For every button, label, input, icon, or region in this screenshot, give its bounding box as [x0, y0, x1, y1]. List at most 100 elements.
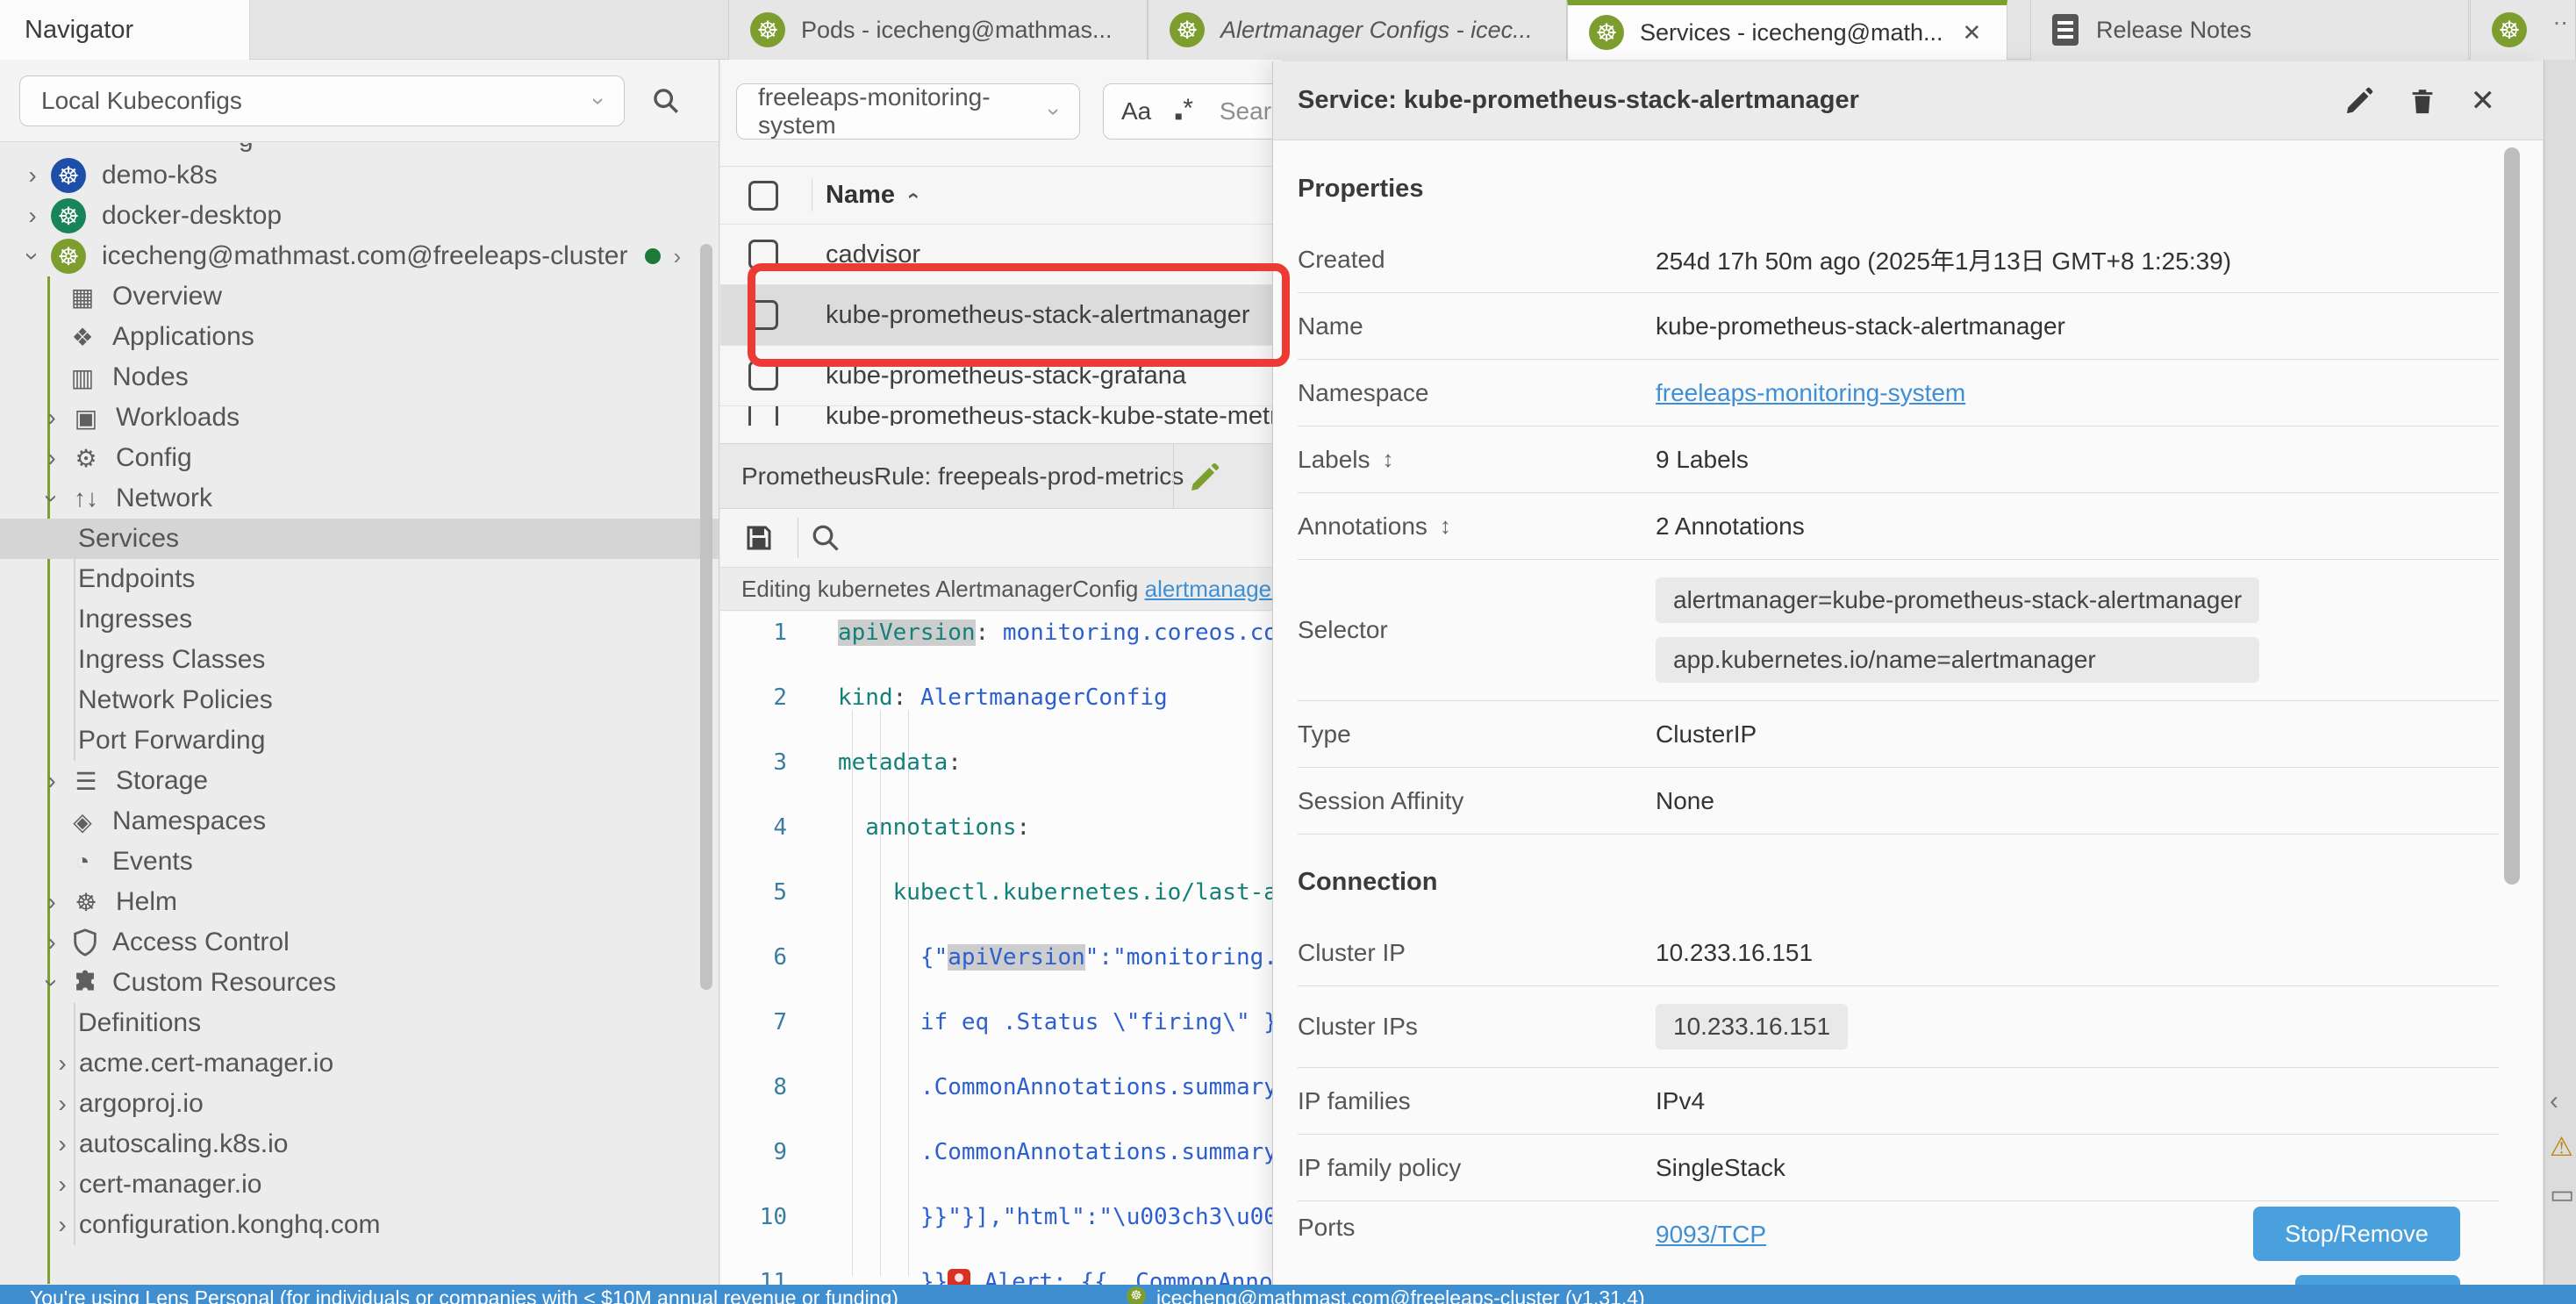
- workloads-icon: ▣: [68, 404, 104, 433]
- sidebar-item-docker-desktop[interactable]: ›☸docker-desktop: [0, 196, 719, 236]
- delete-icon[interactable]: [2408, 86, 2437, 116]
- sidebar-item-demo-k8s[interactable]: ›☸demo-k8s: [0, 155, 719, 196]
- tab-pods[interactable]: ☸Pods - icecheng@mathmas...: [728, 0, 1148, 60]
- search-icon[interactable]: [651, 86, 681, 120]
- panel-scrollbar[interactable]: [2504, 147, 2520, 885]
- sidebar-item-services[interactable]: Services: [0, 519, 719, 559]
- sidebar-item-helm[interactable]: ›☸Helm: [0, 882, 719, 922]
- editor-dock-tab[interactable]: PrometheusRule: freepeals-prod-metrics: [720, 443, 1282, 509]
- code-text: apiVersion: monitoring.coreos.com/v1: [838, 617, 1282, 649]
- save-icon[interactable]: [743, 522, 775, 554]
- chevron-right-icon[interactable]: ›: [49, 1211, 75, 1239]
- sidebar-item-port-forwarding[interactable]: Port Forwarding: [0, 720, 719, 761]
- table-row-partial[interactable]: kube-prometheus-stack-kube-state-metrics: [720, 406, 1282, 426]
- sidebar-item-workloads[interactable]: ›▣Workloads: [0, 398, 719, 438]
- sidebar-item-autoscaling-k8s-io[interactable]: ›autoscaling.k8s.io: [0, 1124, 719, 1164]
- sidebar-scrollbar[interactable]: [700, 244, 712, 990]
- chevron-right-icon[interactable]: ›: [39, 444, 65, 472]
- sidebar-item-nodes[interactable]: ▥Nodes: [0, 357, 719, 398]
- namespace-select[interactable]: freeleaps-monitoring-system ›: [736, 83, 1080, 140]
- sidebar-item-events[interactable]: ◔Events: [0, 842, 719, 882]
- table-search[interactable]: Aa ▪* Search: [1103, 83, 1282, 140]
- yaml-editor[interactable]: 1apiVersion: monitoring.coreos.com/v12ki…: [720, 612, 1282, 1285]
- table-row[interactable]: kube-prometheus-stack-alertmanager: [720, 285, 1282, 346]
- forward-button[interactable]: Forward...: [2295, 1275, 2460, 1285]
- table-row[interactable]: kube-prometheus-stack-grafana: [720, 346, 1282, 406]
- sort-icon[interactable]: ↕: [1383, 446, 1394, 473]
- regex-toggle[interactable]: ▪*: [1174, 92, 1193, 130]
- chevron-right-icon[interactable]: ›: [39, 767, 65, 795]
- sidebar-item-acme-cert-manager-io[interactable]: ›acme.cert-manager.io: [0, 1043, 719, 1084]
- editor-search-icon[interactable]: [810, 522, 841, 554]
- right-edge-strip: ‹ ⚠ ▭: [2544, 60, 2576, 1285]
- row-checkbox[interactable]: [748, 406, 778, 426]
- property-value: ClusterIP: [1656, 720, 1757, 749]
- sidebar-item-network[interactable]: ›↑↓Network: [0, 478, 719, 519]
- chevron-right-icon[interactable]: ›: [39, 928, 65, 957]
- sidebar-item-network-policies[interactable]: Network Policies: [0, 680, 719, 720]
- kubeconfig-select-value: Local Kubeconfigs: [41, 87, 242, 115]
- chevron-left-icon[interactable]: ‹: [2550, 1086, 2558, 1116]
- chevron-right-icon[interactable]: ›: [673, 243, 681, 270]
- port-link[interactable]: 9093/TCP: [1656, 1221, 1916, 1249]
- namespace-link[interactable]: freeleaps-monitoring-system: [1656, 379, 1965, 407]
- sort-asc-icon[interactable]: ›: [900, 192, 925, 199]
- sort-icon[interactable]: ↕: [1440, 512, 1451, 540]
- chevron-right-icon[interactable]: ›: [19, 202, 46, 230]
- close-icon[interactable]: ✕: [1963, 19, 1982, 47]
- kubernetes-icon: ☸: [51, 239, 86, 274]
- sidebar-item-ingresses[interactable]: Ingresses: [0, 599, 719, 640]
- stop-remove-button[interactable]: Stop/Remove: [2253, 1207, 2460, 1261]
- sidebar-item-icecheng-mathmast-com-freeleaps-cluster[interactable]: ›☸icecheng@mathmast.com@freeleaps-cluste…: [0, 236, 719, 276]
- chevron-right-icon[interactable]: ›: [19, 161, 46, 190]
- tab-release[interactable]: Release Notes: [2030, 0, 2469, 60]
- alertmanager-config-link[interactable]: alertmanager: [1145, 576, 1279, 602]
- chevron-down-icon[interactable]: ›: [18, 243, 47, 269]
- sidebar-item-configuration-konghq-com[interactable]: ›configuration.konghq.com: [0, 1205, 719, 1245]
- pencil-icon[interactable]: [1189, 462, 1220, 493]
- close-icon[interactable]: ✕: [2471, 86, 2496, 116]
- sidebar-item-config[interactable]: ›⚙Config: [0, 438, 719, 478]
- chevron-right-icon[interactable]: ›: [49, 1171, 75, 1199]
- chevron-right-icon[interactable]: ›: [49, 1090, 75, 1118]
- kubeconfig-select[interactable]: Local Kubeconfigs ›: [19, 75, 625, 126]
- sidebar-item-argoproj-io[interactable]: ›argoproj.io: [0, 1084, 719, 1124]
- sidebar-item-cert-manager-io[interactable]: ›cert-manager.io: [0, 1164, 719, 1205]
- name-column-header[interactable]: Name: [826, 181, 895, 210]
- row-checkbox[interactable]: [748, 300, 778, 330]
- sidebar-item-label: Access Control: [112, 928, 290, 957]
- code-text: {"apiVersion":"monitoring.core: [838, 942, 1282, 974]
- chevron-right-icon[interactable]: ›: [39, 888, 65, 916]
- chevron-down-icon[interactable]: ›: [38, 485, 66, 512]
- property-row-ports: Ports9093/TCP8080:reloader-web/TCPStop/R…: [1298, 1201, 2499, 1285]
- tree-item-partial[interactable]: g: [239, 143, 254, 154]
- sidebar-item-endpoints[interactable]: Endpoints: [0, 559, 719, 599]
- row-checkbox[interactable]: [748, 240, 778, 269]
- sidebar-item-ingress-classes[interactable]: Ingress Classes: [0, 640, 719, 680]
- sidebar-item-overview[interactable]: ▦Overview: [0, 276, 719, 317]
- document-icon: [2052, 14, 2079, 46]
- edit-icon[interactable]: [2344, 86, 2374, 116]
- match-case-toggle[interactable]: Aa: [1121, 97, 1151, 125]
- table-row[interactable]: cadvisor: [720, 225, 1282, 285]
- sidebar-item-custom-resources[interactable]: ›Custom Resources: [0, 963, 719, 1003]
- code-text: if eq .Status \"firing\" }}: [838, 1007, 1282, 1039]
- sidebar-item-access-control[interactable]: › Access Control: [0, 922, 719, 963]
- row-checkbox[interactable]: [748, 361, 778, 390]
- sidebar-item-definitions[interactable]: Definitions: [0, 1003, 719, 1043]
- chevron-right-icon[interactable]: ›: [49, 1130, 75, 1158]
- chevron-down-icon[interactable]: ›: [38, 970, 66, 996]
- chevron-right-icon[interactable]: ›: [39, 404, 65, 432]
- sidebar-item-namespaces[interactable]: ◈Namespaces: [0, 801, 719, 842]
- code-line: 10 }}"}],"html":"\u003ch3\u003e\u: [720, 1201, 1282, 1234]
- table-header-row[interactable]: Name ›: [720, 167, 1282, 225]
- tab-alertmanager[interactable]: ☸Alertmanager Configs - icec...: [1148, 0, 1567, 60]
- property-value: SingleStack: [1656, 1154, 1785, 1182]
- tab-services[interactable]: ☸Services - icecheng@math...✕: [1567, 0, 2007, 60]
- license-notice: You're using Lens Personal (for individu…: [30, 1285, 898, 1304]
- chevron-right-icon[interactable]: ›: [49, 1050, 75, 1078]
- sidebar-item-storage[interactable]: ›☰Storage: [0, 761, 719, 801]
- tab-label: Services - icecheng@math...: [1640, 19, 1943, 47]
- sidebar-item-applications[interactable]: ❖Applications: [0, 317, 719, 357]
- select-all-checkbox[interactable]: [748, 181, 778, 211]
